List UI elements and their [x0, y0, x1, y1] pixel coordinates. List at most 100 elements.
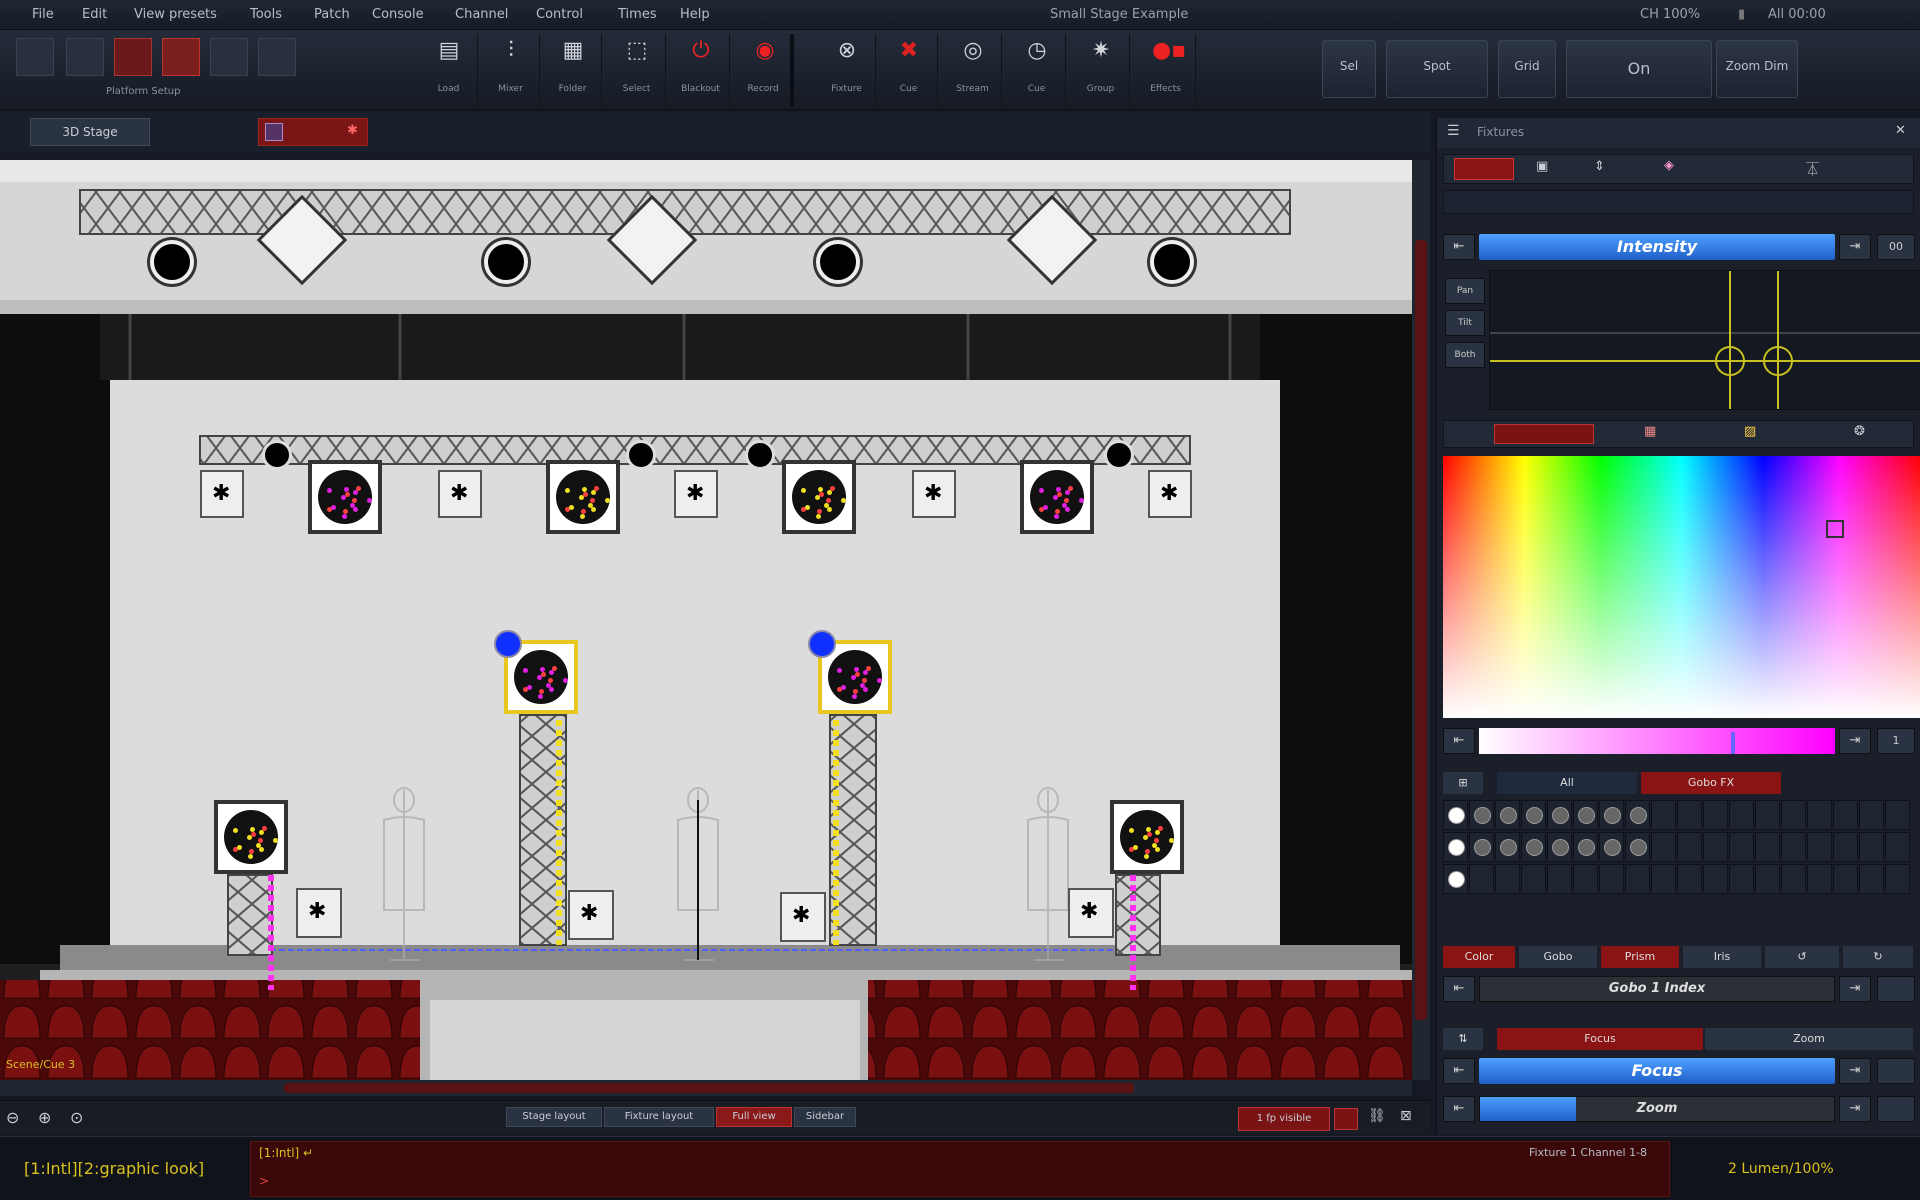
- gobo-slot[interactable]: [1859, 864, 1884, 894]
- intensity-max-button[interactable]: ⇥: [1839, 234, 1871, 260]
- saturation-cursor[interactable]: [1731, 732, 1735, 754]
- full-view-button[interactable]: Full view: [716, 1107, 792, 1127]
- gobo-slot[interactable]: [1495, 864, 1520, 894]
- fixture-layout-button[interactable]: Fixture layout: [604, 1107, 714, 1127]
- gobo-slot[interactable]: [1599, 864, 1624, 894]
- gobo-menu-icon[interactable]: ⊞: [1443, 772, 1483, 794]
- floor-par-fixture[interactable]: ✱: [568, 890, 614, 940]
- blackout-button[interactable]: ⏻ Blackout: [672, 34, 730, 106]
- truss-spot[interactable]: [150, 240, 194, 284]
- layout-grid-icon[interactable]: [16, 38, 54, 76]
- cue-button[interactable]: ✖ Cue: [880, 34, 938, 106]
- stage-viewport[interactable]: ✱ ✱ ✱ ✱ ✱ ✱ ✱ ✱ ✱ Scene/Cue 3: [0, 160, 1412, 1080]
- menu-icon[interactable]: ☰: [1447, 123, 1460, 139]
- gobo-slot[interactable]: [1495, 800, 1520, 830]
- truss-spot[interactable]: [484, 240, 528, 284]
- disabled-icon[interactable]: [258, 38, 296, 76]
- gobo-slot[interactable]: [1677, 832, 1702, 862]
- par-can-fixture[interactable]: ✱: [200, 470, 244, 518]
- pan-tilt-pad[interactable]: [1489, 270, 1920, 410]
- moving-head-fixture[interactable]: [1110, 800, 1184, 874]
- gobo-fx-tab[interactable]: Gobo FX: [1641, 772, 1781, 794]
- gobo-slot[interactable]: [1885, 832, 1910, 862]
- screen-icon[interactable]: [66, 38, 104, 76]
- zoom-fit-icon[interactable]: ⊙: [70, 1108, 83, 1127]
- focus-fader[interactable]: Focus: [1479, 1058, 1835, 1084]
- menu-console[interactable]: Console: [372, 7, 424, 22]
- vertical-scrollbar[interactable]: [1412, 160, 1430, 1080]
- gobo-slot[interactable]: [1729, 864, 1754, 894]
- sidebar-button[interactable]: Sidebar: [794, 1107, 856, 1127]
- moving-head-fixture[interactable]: [214, 800, 288, 874]
- close-icon[interactable]: ⊠: [1400, 1108, 1412, 1124]
- saturation-min-button[interactable]: ⇤: [1443, 728, 1475, 754]
- gobo-slot[interactable]: [1781, 832, 1806, 862]
- gobo-max-button[interactable]: ⇥: [1839, 976, 1871, 1002]
- gobo-slot[interactable]: [1573, 864, 1598, 894]
- zoom-tab[interactable]: Zoom: [1705, 1028, 1913, 1050]
- tilt-button[interactable]: Tilt: [1445, 310, 1485, 336]
- color-picker[interactable]: [1443, 456, 1920, 718]
- gobo-slot[interactable]: [1651, 800, 1676, 830]
- truss-clamp[interactable]: [745, 440, 775, 470]
- truss-clamp[interactable]: [262, 440, 292, 470]
- selection-badge[interactable]: [808, 630, 836, 658]
- focus-min-button[interactable]: ⇤: [1443, 1058, 1475, 1084]
- gobo-slot[interactable]: [1755, 864, 1780, 894]
- color-picker-cursor[interactable]: [1826, 520, 1844, 538]
- gobo-slot[interactable]: [1599, 832, 1624, 862]
- par-can-fixture[interactable]: ✱: [438, 470, 482, 518]
- record-square-icon[interactable]: [1334, 1108, 1358, 1130]
- gobo-slot[interactable]: [1547, 864, 1572, 894]
- group-button[interactable]: ✷ Group: [1072, 34, 1130, 106]
- focus-menu-icon[interactable]: ⇅: [1443, 1028, 1483, 1050]
- wheel-reset-icon[interactable]: ↻: [1843, 946, 1913, 968]
- color-attr-icon[interactable]: ◈: [1664, 158, 1674, 173]
- effect-buttons-row[interactable]: [1443, 190, 1914, 214]
- palette-icon[interactable]: ▨: [1744, 424, 1756, 439]
- color-tab[interactable]: Color: [1443, 946, 1515, 968]
- moving-head-fixture[interactable]: [546, 460, 620, 534]
- gobo-slot[interactable]: [1443, 832, 1468, 862]
- gobo-tab[interactable]: Gobo: [1519, 946, 1597, 968]
- gobo-slot[interactable]: [1729, 832, 1754, 862]
- select-button[interactable]: ⬚ Select: [608, 34, 666, 106]
- dimmer-icon[interactable]: ▣: [1536, 159, 1548, 174]
- pan-button[interactable]: Pan: [1445, 278, 1485, 304]
- view-tab[interactable]: 3D Stage: [30, 118, 150, 146]
- gobo-slot[interactable]: [1703, 864, 1728, 894]
- menu-help[interactable]: Help: [680, 7, 710, 22]
- gobo-slot[interactable]: [1677, 864, 1702, 894]
- gobo-slot[interactable]: [1755, 832, 1780, 862]
- gobo-slot[interactable]: [1521, 800, 1546, 830]
- prism-tab[interactable]: Prism: [1601, 946, 1679, 968]
- gobo-slot[interactable]: [1703, 832, 1728, 862]
- gobo-slot[interactable]: [1885, 864, 1910, 894]
- gobo-slot[interactable]: [1547, 800, 1572, 830]
- panel-close-icon[interactable]: ✕: [1895, 123, 1906, 138]
- gobo-slot[interactable]: [1859, 832, 1884, 862]
- gobo-slot[interactable]: [1443, 800, 1468, 830]
- focus-tab[interactable]: Focus: [1497, 1028, 1703, 1050]
- gobo-slot[interactable]: [1443, 864, 1468, 894]
- gobo-slot[interactable]: [1625, 832, 1650, 862]
- selection-badge[interactable]: [494, 630, 522, 658]
- sel-button[interactable]: Sel: [1322, 40, 1376, 98]
- zoom-max-button[interactable]: ⇥: [1839, 1096, 1871, 1122]
- gobo-slot[interactable]: [1833, 832, 1858, 862]
- mixer-button[interactable]: ⫶ Mixer: [482, 34, 540, 106]
- focus-max-button[interactable]: ⇥: [1839, 1058, 1871, 1084]
- menu-edit[interactable]: Edit: [82, 7, 107, 22]
- position-icon[interactable]: ⇕: [1594, 159, 1605, 174]
- par-can-fixture[interactable]: ✱: [1148, 470, 1192, 518]
- par-can-fixture[interactable]: ✱: [912, 470, 956, 518]
- menu-control[interactable]: Control: [536, 7, 583, 22]
- gobo-slot[interactable]: [1573, 832, 1598, 862]
- command-input[interactable]: [1:Intl] ↵ > Fixture 1 Channel 1-8: [250, 1141, 1670, 1197]
- wheel-settings-icon[interactable]: ↺: [1765, 946, 1839, 968]
- truss-clamp[interactable]: [1104, 440, 1134, 470]
- stack-icon[interactable]: [162, 38, 200, 76]
- gobo-slot[interactable]: [1599, 800, 1624, 830]
- link-icon[interactable]: ⛓: [1368, 1108, 1386, 1124]
- view-badge[interactable]: ✱: [258, 118, 368, 146]
